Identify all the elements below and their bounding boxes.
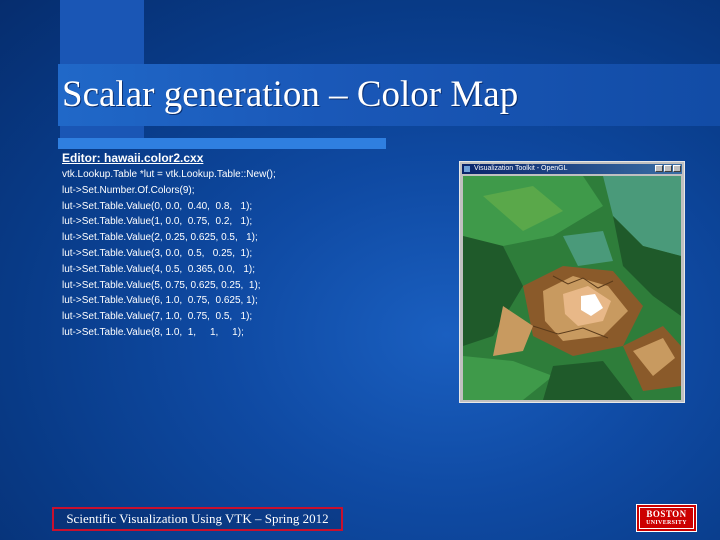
- terrain-image: [463, 176, 681, 400]
- slide-title: Scalar generation – Color Map: [62, 74, 519, 115]
- maximize-button[interactable]: [664, 165, 672, 172]
- boston-university-logo: BOSTON UNIVERSITY: [636, 504, 697, 532]
- footer-caption-box: Scientific Visualization Using VTK – Spr…: [52, 507, 343, 531]
- code-block: Editor: hawaii.color2.cxx vtk.Lookup.Tab…: [62, 150, 442, 341]
- logo-border: [639, 507, 694, 529]
- code-line: vtk.Lookup.Table *lut = vtk.Lookup.Table…: [62, 169, 276, 180]
- code-line: lut->Set.Table.Value(7, 1.0, 0.75, 0.5, …: [62, 311, 253, 323]
- terrain-render-canvas[interactable]: [463, 176, 681, 400]
- code-line: lut->Set.Table.Value(8, 1.0, 1, 1, 1);: [62, 326, 244, 338]
- window-title: Visualization Toolkit - OpenGL: [474, 165, 568, 172]
- code-line: lut->Set.Table.Value(6, 1.0, 0.75, 0.625…: [62, 295, 258, 307]
- title-underline-bar: [58, 138, 386, 149]
- code-line: lut->Set.Table.Value(2, 0.25, 0.625, 0.5…: [62, 232, 258, 244]
- window-titlebar[interactable]: Visualization Toolkit - OpenGL: [462, 164, 682, 174]
- code-line: lut->Set.Number.Of.Colors(9);: [62, 184, 195, 196]
- code-line: lut->Set.Table.Value(3, 0.0, 0.5, 0.25, …: [62, 247, 253, 259]
- code-line: lut->Set.Table.Value(1, 0.0, 0.75, 0.2, …: [62, 216, 253, 228]
- editor-filename-heading: Editor: hawaii.color2.cxx: [62, 151, 204, 165]
- footer-caption: Scientific Visualization Using VTK – Spr…: [66, 511, 329, 526]
- code-line: lut->Set.Table.Value(5, 0.75, 0.625, 0.2…: [62, 279, 261, 291]
- window-controls: [655, 165, 681, 172]
- minimize-button[interactable]: [655, 165, 663, 172]
- vtk-render-window: Visualization Toolkit - OpenGL: [459, 161, 685, 403]
- close-button[interactable]: [673, 165, 681, 172]
- code-line: lut->Set.Table.Value(4, 0.5, 0.365, 0.0,…: [62, 263, 255, 275]
- app-icon: [464, 166, 470, 172]
- code-line: lut->Set.Table.Value(0, 0.0, 0.40, 0.8, …: [62, 200, 253, 212]
